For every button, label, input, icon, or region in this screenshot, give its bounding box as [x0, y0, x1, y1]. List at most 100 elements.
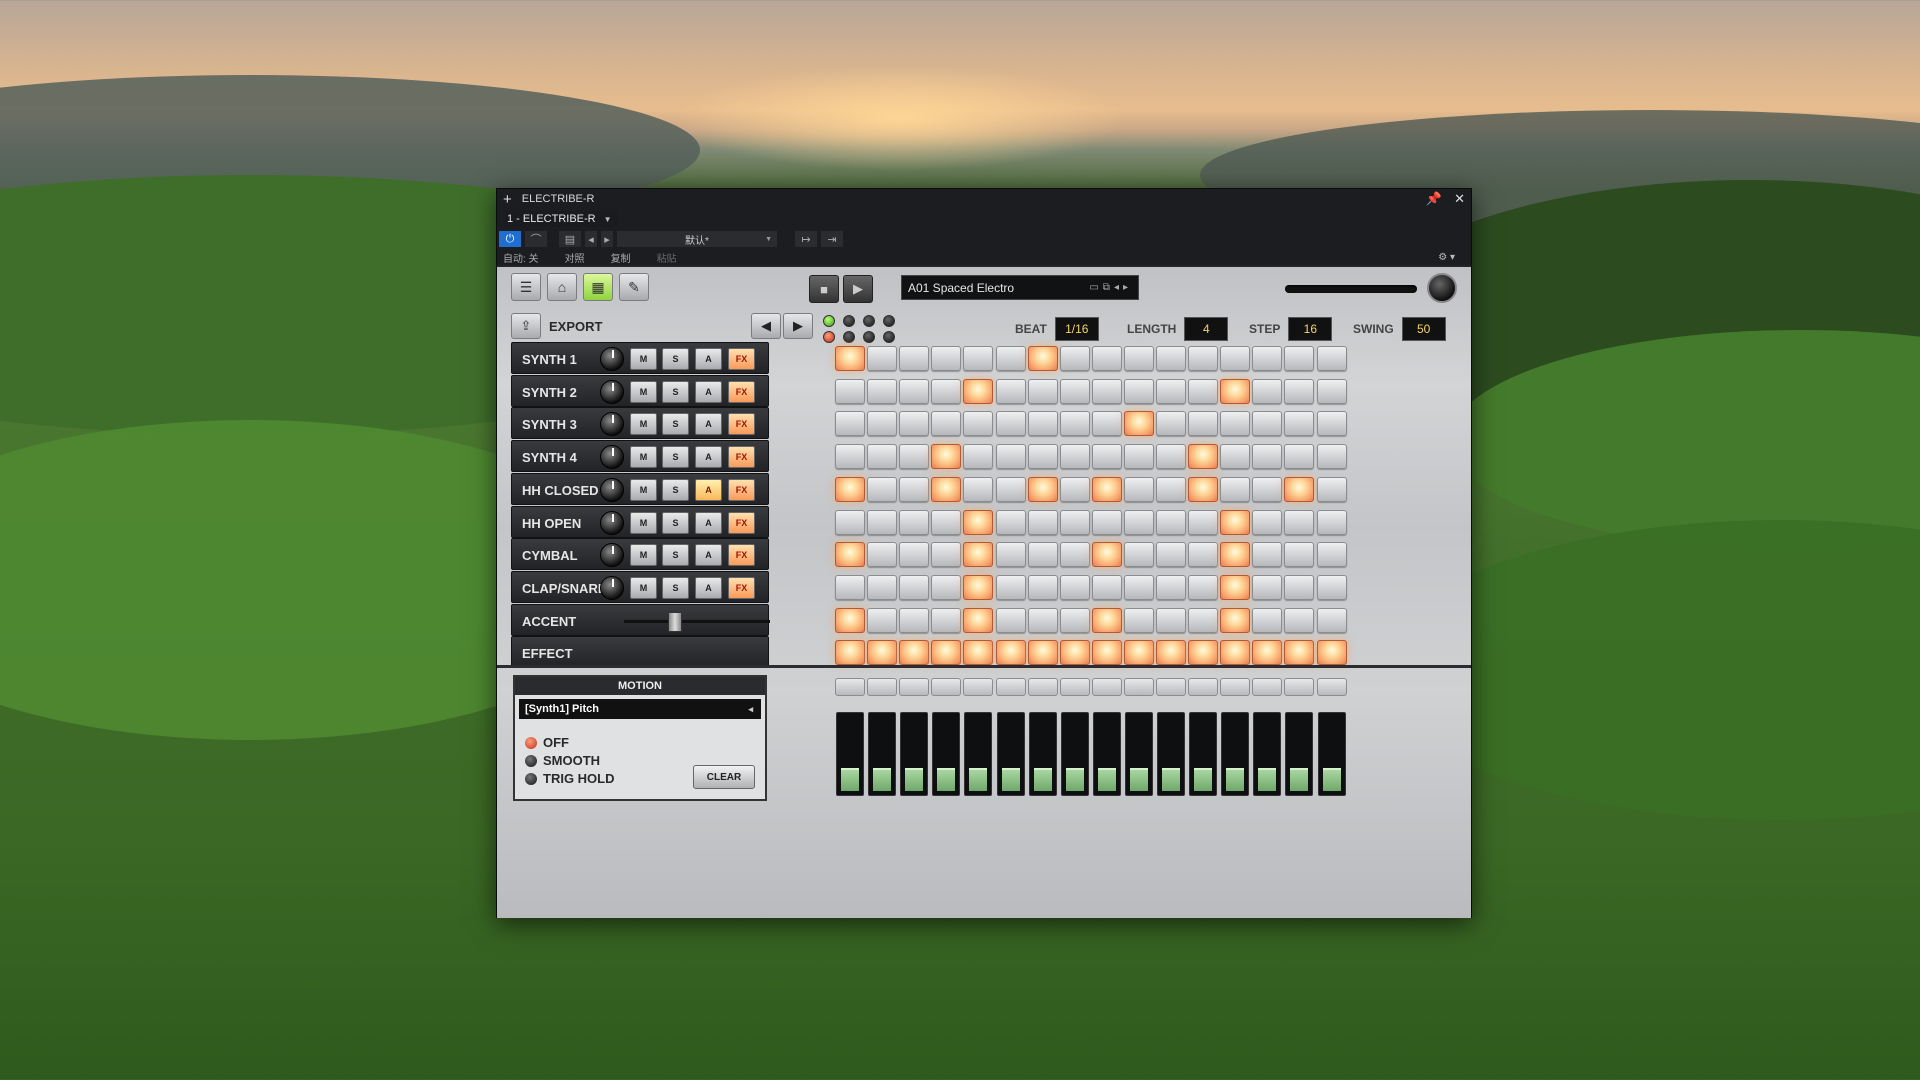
- effect-step-pad[interactable]: [1188, 640, 1219, 666]
- step-pad[interactable]: [1123, 378, 1154, 404]
- step-pad[interactable]: [867, 476, 898, 502]
- step-pad[interactable]: [1220, 476, 1251, 502]
- step-pad[interactable]: [1220, 411, 1251, 437]
- step-pad[interactable]: [1316, 444, 1347, 470]
- step-pad[interactable]: [963, 509, 994, 535]
- pattern-led[interactable]: [863, 315, 875, 327]
- motion-option-smooth[interactable]: SMOOTH: [525, 753, 600, 768]
- fx-button[interactable]: FX: [728, 478, 755, 501]
- fx-button[interactable]: FX: [728, 576, 755, 599]
- accent-step-pad[interactable]: [867, 607, 898, 633]
- step-pad[interactable]: [1123, 476, 1154, 502]
- step-pad[interactable]: [1220, 509, 1251, 535]
- master-knob[interactable]: [1427, 273, 1457, 303]
- step-pad[interactable]: [1316, 542, 1347, 568]
- step-pad[interactable]: [1091, 542, 1122, 568]
- track-level-knob[interactable]: [600, 575, 624, 600]
- motion-fader[interactable]: [868, 712, 897, 796]
- step-pad[interactable]: [1156, 444, 1186, 470]
- step-pad[interactable]: [1220, 346, 1251, 371]
- motion-step-button[interactable]: [1284, 678, 1315, 696]
- stop-button[interactable]: ■: [809, 275, 839, 303]
- swing-value[interactable]: 50: [1401, 317, 1446, 341]
- accent-step-pad[interactable]: [1123, 607, 1154, 633]
- solo-button[interactable]: S: [662, 348, 689, 370]
- track-level-knob[interactable]: [600, 347, 624, 371]
- length-value[interactable]: 4: [1184, 317, 1229, 341]
- step-pad[interactable]: [1091, 509, 1122, 535]
- fx-button[interactable]: FX: [728, 446, 755, 469]
- fx-button[interactable]: FX: [728, 380, 755, 403]
- step-pad[interactable]: [1284, 476, 1315, 502]
- motion-fader[interactable]: [836, 712, 864, 796]
- pattern-led[interactable]: [823, 331, 835, 343]
- motion-fader[interactable]: [996, 712, 1025, 796]
- accent-step-pad[interactable]: [1027, 607, 1058, 633]
- step-pad[interactable]: [867, 574, 898, 600]
- step-pad[interactable]: [1027, 574, 1058, 600]
- step-pad[interactable]: [1123, 574, 1154, 600]
- accent-step-pad[interactable]: [1059, 607, 1090, 633]
- step-pad[interactable]: [1156, 378, 1186, 404]
- motion-step-button[interactable]: [1059, 678, 1090, 696]
- mute-button[interactable]: M: [630, 380, 657, 403]
- motion-fader[interactable]: [1092, 712, 1121, 796]
- step-pad[interactable]: [1156, 411, 1186, 437]
- step-pad[interactable]: [995, 509, 1026, 535]
- motion-step-button[interactable]: [1156, 678, 1186, 696]
- edit-icon[interactable]: ✎: [619, 273, 649, 301]
- effect-step-pad[interactable]: [1220, 640, 1251, 666]
- paste-button[interactable]: 粘贴: [657, 250, 677, 265]
- step-pad[interactable]: [1027, 509, 1058, 535]
- pattern-led[interactable]: [843, 331, 855, 343]
- motion-step-button[interactable]: [1188, 678, 1219, 696]
- step-pad[interactable]: [963, 411, 994, 437]
- step-pad[interactable]: [931, 411, 962, 437]
- pattern-led[interactable]: [863, 331, 875, 343]
- step-pad[interactable]: [835, 411, 865, 437]
- effect-step-pad[interactable]: [867, 640, 898, 666]
- step-pad[interactable]: [1027, 542, 1058, 568]
- master-volume-slider[interactable]: [1285, 285, 1417, 293]
- copy-button[interactable]: 复制: [611, 250, 631, 265]
- step-pad[interactable]: [1091, 574, 1122, 600]
- step-pad[interactable]: [835, 476, 865, 502]
- motion-step-button[interactable]: [899, 678, 930, 696]
- motion-step-button[interactable]: [995, 678, 1026, 696]
- step-pad[interactable]: [995, 574, 1026, 600]
- effect-step-pad[interactable]: [963, 640, 994, 666]
- step-pad[interactable]: [1220, 542, 1251, 568]
- step-pad[interactable]: [1123, 411, 1154, 437]
- preset-save-icon[interactable]: ▭⧉◂▸: [1089, 282, 1132, 293]
- accent-button[interactable]: A: [695, 478, 722, 501]
- step-pad[interactable]: [899, 378, 930, 404]
- track-level-knob[interactable]: [600, 510, 624, 535]
- motion-fader[interactable]: [1253, 712, 1282, 796]
- motion-option-off[interactable]: OFF: [525, 735, 569, 750]
- step-pad[interactable]: [963, 444, 994, 470]
- fx-button[interactable]: FX: [728, 348, 755, 370]
- mute-button[interactable]: M: [630, 413, 657, 436]
- step-pad[interactable]: [835, 378, 865, 404]
- step-pad[interactable]: [1220, 378, 1251, 404]
- effect-step-pad[interactable]: [1252, 640, 1283, 666]
- step-pad[interactable]: [1156, 346, 1186, 371]
- solo-button[interactable]: S: [662, 380, 689, 403]
- accent-slider[interactable]: [624, 611, 770, 632]
- step-pad[interactable]: [1284, 509, 1315, 535]
- step-pad[interactable]: [1091, 346, 1122, 371]
- step-pad[interactable]: [867, 444, 898, 470]
- step-pad[interactable]: [931, 574, 962, 600]
- solo-button[interactable]: S: [662, 511, 689, 534]
- step-pad[interactable]: [1316, 378, 1347, 404]
- motion-fader[interactable]: [1060, 712, 1089, 796]
- step-pad[interactable]: [1316, 346, 1347, 371]
- step-pad[interactable]: [1123, 509, 1154, 535]
- close-icon[interactable]: ✕: [1454, 191, 1465, 207]
- mute-button[interactable]: M: [630, 544, 657, 567]
- step-pad[interactable]: [899, 542, 930, 568]
- step-pad[interactable]: [867, 542, 898, 568]
- step-pad[interactable]: [931, 378, 962, 404]
- solo-button[interactable]: S: [662, 446, 689, 469]
- step-pad[interactable]: [995, 411, 1026, 437]
